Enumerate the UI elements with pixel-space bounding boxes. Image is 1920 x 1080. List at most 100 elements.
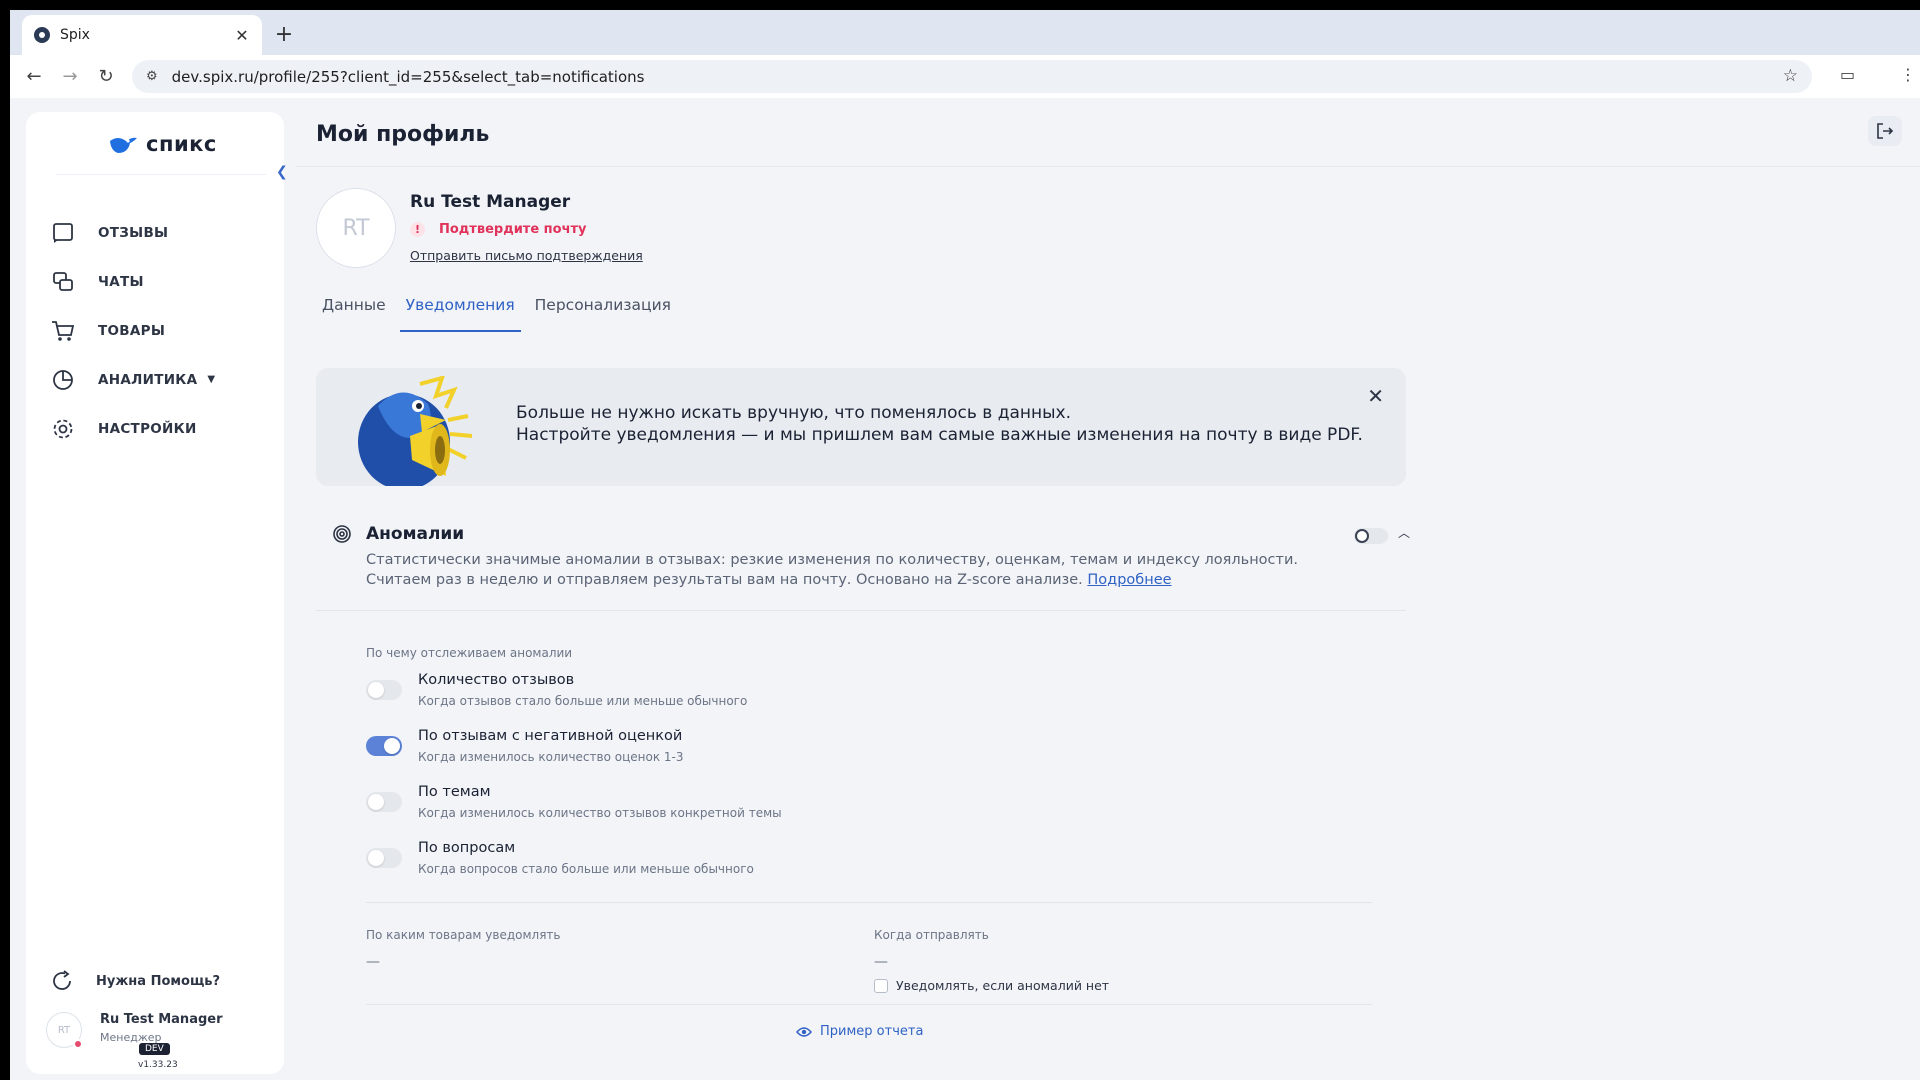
menu-dots-icon[interactable]: ⋮ bbox=[1900, 65, 1916, 84]
option-topics: По темам Когда изменилось количество отз… bbox=[366, 784, 782, 820]
more-link[interactable]: Подробнее bbox=[1087, 572, 1171, 588]
sidebar-nav: ОТЗЫВЫ ЧАТЫ ТОВАРЫ АНАЛИТИКА ▼ НАСТРОЙКИ bbox=[26, 208, 284, 453]
logout-button[interactable] bbox=[1868, 116, 1902, 146]
parrot-megaphone-illustration bbox=[358, 376, 473, 486]
anomalies-toggle[interactable] bbox=[1354, 528, 1388, 544]
help-button[interactable]: Нужна Помощь? bbox=[50, 969, 220, 993]
sidebar-item-label: АНАЛИТИКА bbox=[98, 371, 198, 388]
tab-data[interactable]: Данные bbox=[316, 296, 392, 332]
back-icon[interactable]: ← bbox=[16, 66, 52, 87]
option-title: По вопросам bbox=[418, 840, 516, 856]
reload-icon[interactable]: ↻ bbox=[88, 66, 124, 87]
browser-toolbar: ← → ↻ ⚙ dev.spix.ru/profile/255?client_i… bbox=[10, 55, 1920, 98]
browser-tab[interactable]: Spix ✕ bbox=[22, 15, 262, 55]
cast-icon[interactable]: ▭ bbox=[1840, 65, 1855, 84]
checkbox-label: Уведомлять, если аномалий нет bbox=[896, 978, 1110, 993]
sidebar-item-label: НАСТРОЙКИ bbox=[98, 420, 197, 437]
version-label: v1.33.23 bbox=[138, 1060, 178, 1070]
option-title: По темам bbox=[418, 784, 491, 800]
sidebar: спикс ❮ ОТЗЫВЫ ЧАТЫ ТОВАРЫ АНАЛИТИКА ▼ Н… bbox=[26, 112, 288, 1074]
address-bar[interactable]: ⚙ dev.spix.ru/profile/255?client_id=255&… bbox=[132, 60, 1812, 93]
reviews-count-toggle[interactable] bbox=[366, 680, 402, 700]
divider bbox=[316, 610, 1406, 611]
toggle-knob bbox=[1355, 529, 1369, 543]
products-select[interactable]: — bbox=[366, 954, 380, 970]
email-warning: ! Подтвердите почту bbox=[410, 222, 587, 237]
section-title: Аномалии bbox=[366, 524, 465, 544]
resend-confirmation-link[interactable]: Отправить письмо подтверждения bbox=[410, 248, 643, 263]
example-report-link[interactable]: Пример отчета bbox=[796, 1024, 923, 1039]
sidebar-item-products[interactable]: ТОВАРЫ bbox=[26, 306, 284, 355]
option-title: По отзывам с негативной оценкой bbox=[418, 728, 683, 744]
sidebar-item-chats[interactable]: ЧАТЫ bbox=[26, 257, 284, 306]
sidebar-item-reviews[interactable]: ОТЗЫВЫ bbox=[26, 208, 284, 257]
help-refresh-icon bbox=[53, 970, 71, 990]
divider bbox=[366, 902, 1372, 903]
url-text: dev.spix.ru/profile/255?client_id=255&se… bbox=[171, 67, 645, 86]
app: спикс ❮ ОТЗЫВЫ ЧАТЫ ТОВАРЫ АНАЛИТИКА ▼ Н… bbox=[10, 98, 1920, 1080]
chevron-up-icon[interactable]: ︿ bbox=[1398, 524, 1410, 541]
sidebar-item-settings[interactable]: НАСТРОЙКИ bbox=[26, 404, 284, 453]
main-content: Мой профиль RT Ru Test Manager ! Подтвер… bbox=[296, 98, 1920, 1080]
close-banner-icon[interactable]: ✕ bbox=[1367, 384, 1384, 408]
option-text: По отзывам с негативной оценкой Когда из… bbox=[418, 728, 683, 764]
new-tab-icon[interactable]: + bbox=[270, 22, 298, 47]
page-title: Мой профиль bbox=[316, 122, 490, 147]
message-square-icon bbox=[50, 220, 76, 246]
user-name: Ru Test Manager bbox=[100, 1012, 223, 1027]
tab-notifications[interactable]: Уведомления bbox=[399, 296, 521, 332]
cart-icon bbox=[50, 318, 76, 344]
close-tab-icon[interactable]: ✕ bbox=[232, 26, 252, 45]
banner-line-1: Больше не нужно искать вручную, что поме… bbox=[516, 403, 1072, 423]
profile-avatar[interactable]: RT bbox=[316, 188, 396, 268]
topics-toggle[interactable] bbox=[366, 792, 402, 812]
site-settings-icon[interactable]: ⚙ bbox=[146, 69, 158, 84]
chevron-down-icon: ▼ bbox=[207, 374, 216, 385]
divider bbox=[296, 166, 1920, 167]
option-subtitle: Когда вопросов стало больше или меньше о… bbox=[418, 862, 754, 876]
option-title: Количество отзывов bbox=[418, 672, 575, 688]
divider bbox=[366, 1004, 1372, 1005]
browser-chrome: Spix ✕ + ← → ↻ ⚙ dev.spix.ru/profile/255… bbox=[10, 10, 1920, 98]
option-reviews-count: Количество отзывов Когда отзывов стало б… bbox=[366, 672, 747, 708]
option-negative-reviews: По отзывам с негативной оценкой Когда из… bbox=[366, 728, 683, 764]
checkbox-box[interactable] bbox=[874, 978, 888, 993]
tab-title: Spix bbox=[60, 27, 90, 43]
forward-icon[interactable]: → bbox=[52, 66, 88, 87]
option-text: По вопросам Когда вопросов стало больше … bbox=[418, 840, 754, 876]
profile-tabs: Данные Уведомления Персонализация bbox=[316, 296, 685, 332]
logo-text: спикс bbox=[146, 132, 217, 156]
chats-icon bbox=[50, 269, 76, 295]
questions-toggle[interactable] bbox=[366, 848, 402, 868]
gear-icon bbox=[50, 416, 76, 442]
eye-icon bbox=[796, 1026, 812, 1037]
sidebar-item-analytics[interactable]: АНАЛИТИКА ▼ bbox=[26, 355, 284, 404]
negative-reviews-toggle[interactable] bbox=[366, 736, 402, 756]
section-description: Статистически значимые аномалии в отзыва… bbox=[366, 550, 1326, 590]
avatar: RT bbox=[46, 1012, 83, 1049]
option-subtitle: Когда изменилось количество оценок 1-3 bbox=[418, 750, 684, 764]
track-label: По чему отслеживаем аномалии bbox=[366, 646, 573, 660]
option-text: По темам Когда изменилось количество отз… bbox=[418, 784, 782, 820]
logout-icon bbox=[1877, 123, 1894, 139]
collapse-sidebar-icon[interactable]: ❮ bbox=[276, 164, 288, 180]
notify-if-none-checkbox[interactable]: Уведомлять, если аномалий нет bbox=[874, 978, 1109, 993]
help-label: Нужна Помощь? bbox=[96, 973, 221, 989]
sidebar-item-label: ЧАТЫ bbox=[98, 273, 144, 290]
email-warning-text: Подтвердите почту bbox=[439, 222, 587, 237]
user-card[interactable]: RT Ru Test Manager Менеджер bbox=[46, 1012, 223, 1049]
alert-dot-icon bbox=[73, 1039, 83, 1049]
pie-chart-icon bbox=[50, 367, 76, 393]
option-subtitle: Когда отзывов стало больше или меньше об… bbox=[418, 694, 748, 708]
spiral-icon bbox=[333, 525, 351, 543]
bookmark-star-icon[interactable]: ☆ bbox=[1783, 66, 1798, 86]
banner-text: Больше не нужно искать вручную, что поме… bbox=[516, 402, 1363, 446]
alert-icon: ! bbox=[410, 222, 425, 237]
tab-personalization[interactable]: Персонализация bbox=[529, 296, 677, 332]
logo[interactable]: спикс bbox=[108, 132, 217, 156]
option-text: Количество отзывов Когда отзывов стало б… bbox=[418, 672, 747, 708]
products-label: По каким товарам уведомлять bbox=[366, 928, 561, 942]
divider bbox=[56, 174, 266, 175]
when-label: Когда отправлять bbox=[874, 928, 989, 942]
when-select[interactable]: — bbox=[874, 954, 888, 970]
